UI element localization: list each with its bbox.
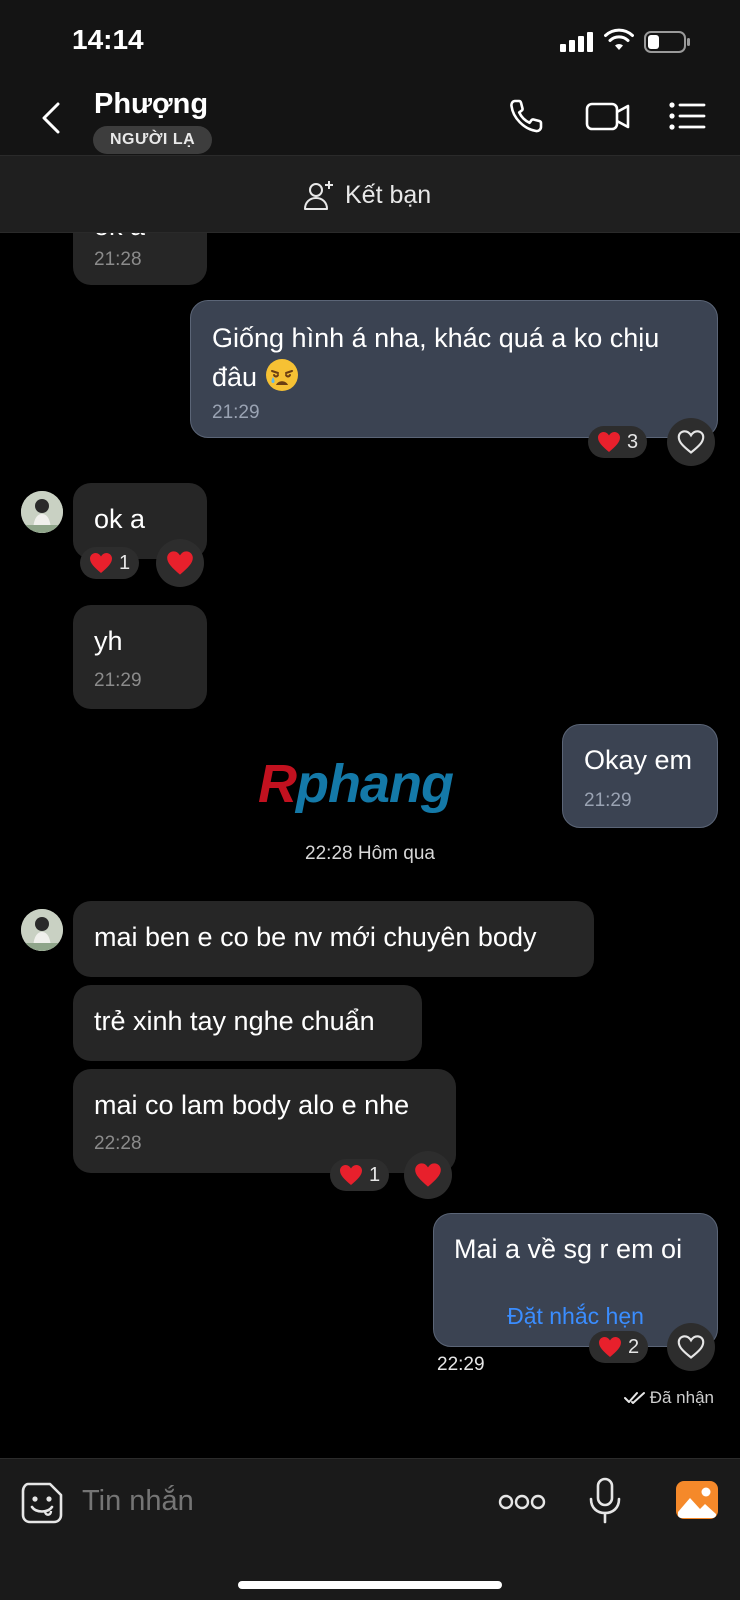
delivery-status: Đã nhận [623,1388,714,1408]
message-time: 22:28 [94,1133,142,1154]
add-person-icon [304,181,333,210]
reaction-count: 2 [628,1335,640,1358]
outgoing-message[interactable]: Giống hình á nha, khác quá a ko chịu đâu… [190,300,718,438]
status-bar: 14:14 [0,0,740,80]
reaction-summary[interactable]: 2 [589,1331,649,1363]
message-text-line2: đâu [212,358,299,393]
back-chevron-icon[interactable] [34,98,70,138]
reaction-summary[interactable]: 3 [588,426,648,458]
message-input[interactable] [82,1485,462,1518]
battery-icon [644,31,690,53]
double-check-icon [623,1392,645,1404]
chat-header: Phượng NGƯỜI LẠ [0,80,740,156]
home-indicator [238,1581,502,1589]
message-list[interactable]: ok a 21:28 Giống hình á nha, khác quá a … [0,233,740,1458]
message-time: 22:29 [437,1354,485,1375]
delivery-status-label: Đã nhận [649,1388,714,1407]
avatar[interactable] [21,909,63,951]
react-button[interactable] [667,418,715,466]
incoming-message[interactable]: mai ben e co be nv mới chuyên body [73,901,594,977]
message-time: 21:29 [94,670,142,691]
message-time: 21:29 [584,790,632,811]
reaction-count: 1 [119,551,131,574]
message-text: trẻ xinh tay nghe chuẩn [94,1006,375,1036]
outgoing-message[interactable]: Mai a về sg r em oi Đặt nhắc hẹn [433,1213,718,1347]
avatar-photo [21,491,63,533]
incoming-message[interactable]: ok a 21:28 [73,233,207,285]
reaction-summary[interactable]: 1 [330,1159,390,1191]
set-reminder-link[interactable]: Đặt nhắc hẹn [434,1303,717,1330]
day-separator: 22:28 Hôm qua [305,843,435,864]
phone-icon[interactable] [506,96,552,136]
heart-icon [415,1163,441,1187]
message-text: mai co lam body alo e nhe [94,1090,410,1120]
cellular-signal-icon [560,30,596,52]
add-friend-bar[interactable]: Kết bạn [0,156,740,233]
message-time: 21:29 [212,402,260,423]
avatar-photo [21,909,63,951]
heart-outline-icon [677,1335,705,1359]
gallery-photo-icon[interactable] [675,1480,719,1520]
outgoing-message[interactable]: Okay em 21:29 [562,724,718,828]
heart-icon [340,1165,362,1185]
incoming-message[interactable]: yh 21:29 [73,605,207,709]
sticker-emoji-icon[interactable] [20,1481,64,1525]
message-text: yh [94,626,123,656]
message-text-line2-text: đâu [212,362,258,392]
add-friend-button[interactable]: Kết bạn [303,176,431,214]
video-camera-icon[interactable] [585,96,631,136]
heart-outline-icon [677,430,705,454]
watermark-first-letter: R [258,754,297,814]
weary-face-emoji-icon [265,359,298,391]
contact-name[interactable]: Phượng [94,88,208,121]
message-composer [0,1458,740,1600]
avatar[interactable] [21,491,63,533]
watermark-logo: Rphang [258,753,454,815]
menu-list-icon[interactable] [668,96,708,136]
react-button[interactable] [156,539,204,587]
stranger-badge: NGƯỜI LẠ [93,126,213,154]
incoming-message[interactable]: mai co lam body alo e nhe 22:28 [73,1069,456,1173]
message-text: ok a [94,233,145,242]
message-text: Mai a về sg r em oi [454,1234,683,1264]
message-text-line1: Giống hình á nha, khác quá a ko chịu [212,323,660,353]
reaction-count: 1 [369,1163,381,1186]
react-button[interactable] [404,1151,452,1199]
microphone-icon[interactable] [588,1477,622,1525]
heart-icon [599,1337,621,1357]
add-friend-label: Kết bạn [345,180,432,209]
reaction-summary[interactable]: 1 [80,547,140,579]
reaction-count: 3 [627,430,639,453]
react-button[interactable] [667,1323,715,1371]
message-text: mai ben e co be nv mới chuyên body [94,922,537,952]
incoming-message[interactable]: trẻ xinh tay nghe chuẩn [73,985,422,1061]
watermark-rest: phang [296,754,454,814]
wifi-icon [604,28,634,50]
message-time: 21:28 [94,249,142,270]
heart-icon [90,553,112,573]
status-time: 14:14 [72,24,144,55]
heart-icon [167,551,193,575]
message-text: ok a [94,504,146,534]
heart-icon [598,432,620,452]
more-options-icon[interactable] [498,1489,546,1515]
message-text: Okay em [584,745,693,775]
